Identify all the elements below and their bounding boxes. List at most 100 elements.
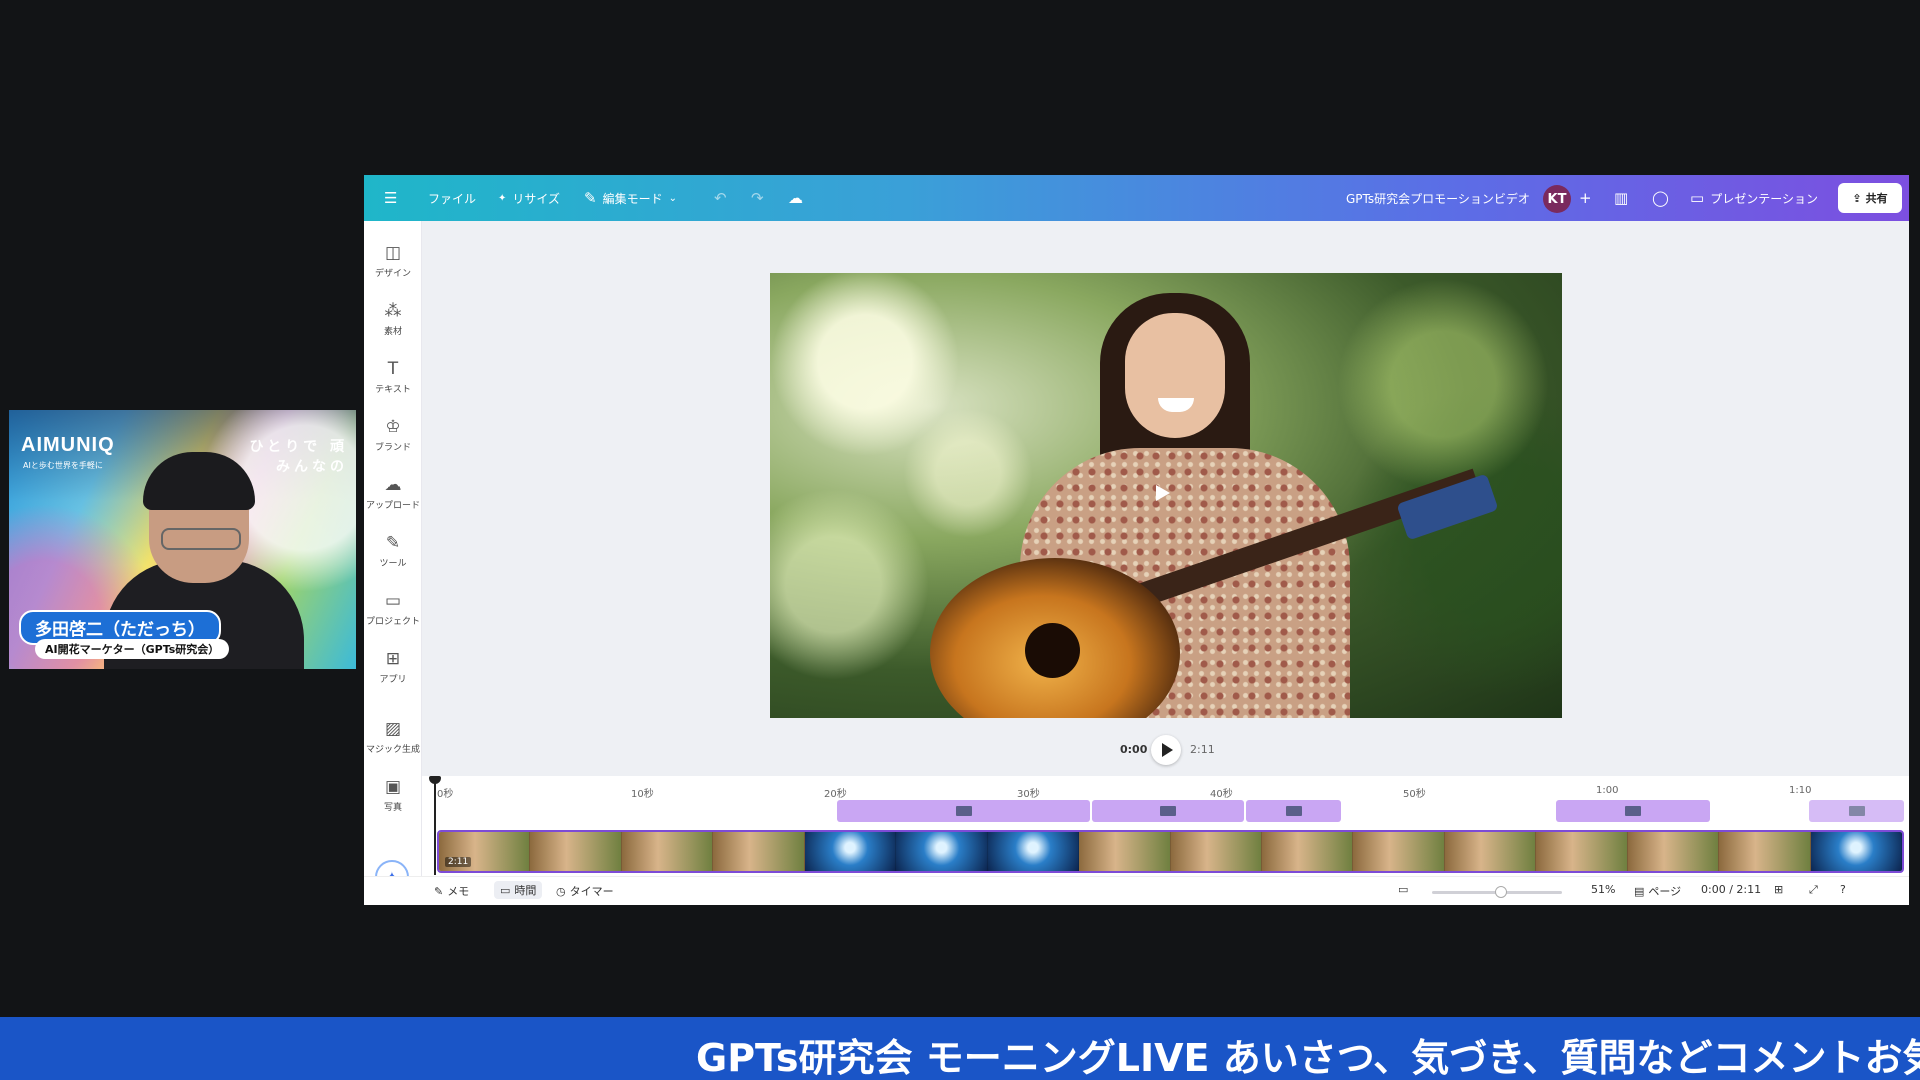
duration-button[interactable]: ▭ 時間 <box>494 881 543 899</box>
sidebar-item-label: プロジェクト <box>365 617 420 627</box>
comment-icon: ◯ <box>1652 189 1669 207</box>
video-frame-guitarist[interactable] <box>770 273 1562 718</box>
sidebar-item-tools[interactable]: ✎ ツール <box>364 533 422 569</box>
help-button[interactable]: ? <box>1840 883 1846 896</box>
frame-thumbnail <box>1444 832 1537 871</box>
play-overlay-icon[interactable] <box>1156 485 1170 501</box>
expand-icon: ⤢ <box>1809 883 1818 896</box>
photo-icon: ▣ <box>384 777 402 797</box>
clip-thumb-icon <box>955 806 972 816</box>
sidebar-item-apps[interactable]: ⊞ アプリ <box>364 649 422 685</box>
zoom-slider-knob[interactable] <box>1495 886 1507 898</box>
add-collaborator-button[interactable]: + <box>1579 175 1592 221</box>
presenter-glasses <box>161 528 241 550</box>
present-icon: ▭ <box>1690 189 1705 207</box>
pages-button[interactable]: ▤ ページ <box>1634 883 1681 899</box>
text-icon: T <box>387 359 399 379</box>
resize-button[interactable]: ✦ リサイズ <box>498 175 560 221</box>
clip-duration: 2:11 <box>445 857 472 867</box>
undo-button[interactable]: ↶ <box>714 175 733 221</box>
redo-button[interactable]: ↷ <box>751 175 770 221</box>
playback-current-time: 0:00 <box>1120 743 1148 756</box>
zoom-level[interactable]: 51% <box>1591 883 1615 896</box>
webcam-feed: AIMUNIQ AIと歩む世界を手軽に ひとりで 頑 みんなの 多田啓二（ただっ… <box>9 410 356 669</box>
layout-icon: ◫ <box>384 243 402 263</box>
elements-icon: ⁂ <box>384 301 402 321</box>
sidebar-item-text[interactable]: T テキスト <box>364 359 422 395</box>
sidebar-item-label: マジック生成 <box>365 745 420 755</box>
clip-thumb-icon <box>1848 806 1865 816</box>
ruler-label: 10秒 <box>631 789 654 800</box>
pen-icon: ✎ <box>385 533 401 553</box>
sidebar-item-label: アプリ <box>379 675 407 685</box>
frame-thumbnail <box>530 832 622 871</box>
ruler-label: 30秒 <box>1017 789 1040 800</box>
undo-icon: ↶ <box>714 189 727 207</box>
redo-icon: ↷ <box>751 189 764 207</box>
frame-thumbnail <box>621 832 714 871</box>
menu-button[interactable]: ☰ <box>384 175 403 221</box>
sparkle-icon: ✦ <box>498 192 507 204</box>
edit-mode-dropdown[interactable]: ✎ 編集モード ⌄ <box>584 175 677 221</box>
sidebar-item-brand[interactable]: ♔ ブランド <box>364 417 422 453</box>
sidebar-item-magic-media[interactable]: ▨ マジック生成 <box>364 719 422 755</box>
ticker-text: GPTs研究会 モーニングLIVE あいさつ、気づき、質問などコメントお気 <box>696 1036 1920 1080</box>
frame-thumbnail <box>1627 832 1720 871</box>
presenter-role-badge: AI開花マーケター（GPTs研究会） <box>35 639 230 659</box>
ruler-label: 1:00 <box>1596 785 1619 796</box>
notes-icon: ✎ <box>434 884 444 898</box>
grid-view-button[interactable]: ⊞ <box>1774 883 1783 896</box>
fullscreen-button[interactable]: ⤢ <box>1809 883 1818 897</box>
editor-footer: ✎ メモ ▭ 時間 ◷ タイマー ▭ 51% ▤ ページ 0:00 / 2:11 ⊞ ⤢… <box>364 876 1909 905</box>
ruler-label: 40秒 <box>1210 789 1233 800</box>
audio-clip[interactable] <box>1246 800 1341 822</box>
insights-button[interactable]: ▥ <box>1614 175 1634 221</box>
audio-clip[interactable] <box>1092 800 1244 822</box>
video-track-clip[interactable] <box>437 830 1904 873</box>
file-menu[interactable]: ファイル <box>428 175 476 221</box>
timeline-playhead[interactable] <box>434 777 436 875</box>
view-toggle[interactable]: ▭ <box>1398 883 1408 896</box>
user-avatar[interactable]: KT <box>1543 185 1571 213</box>
monitor-icon: ▭ <box>1398 883 1409 896</box>
edit-mode-label: 編集モード <box>602 191 663 206</box>
project-title-text: GPTs研究会プロモーションビデオ <box>1346 191 1530 206</box>
comments-button[interactable]: ◯ <box>1652 175 1675 221</box>
timer-icon: ◷ <box>556 884 566 898</box>
pages-label: ページ <box>1648 885 1682 898</box>
play-button[interactable] <box>1151 735 1181 765</box>
sidebar-item-design[interactable]: ◫ デザイン <box>364 243 422 279</box>
sidebar-item-projects[interactable]: ▭ プロジェクト <box>364 591 422 627</box>
clip-thumb-icon <box>1625 806 1641 816</box>
timer-button[interactable]: ◷ タイマー <box>556 883 614 899</box>
project-title[interactable]: GPTs研究会プロモーションビデオ <box>1346 175 1530 221</box>
sidebar-item-label: 写真 <box>383 803 402 813</box>
sidebar-item-label: ツール <box>379 559 407 569</box>
share-button[interactable]: ⇪ 共有 <box>1838 183 1902 213</box>
ruler-label: 1:10 <box>1789 785 1812 796</box>
present-button[interactable]: ▭ プレゼンテーション <box>1690 175 1818 221</box>
audio-clip[interactable] <box>837 800 1090 822</box>
sidebar-item-photos[interactable]: ▣ 写真 <box>364 777 422 813</box>
editor-topbar: ☰ ファイル ✦ リサイズ ✎ 編集モード ⌄ ↶ ↷ ☁ GPTs研究会プロモーショ… <box>364 175 1909 221</box>
live-ticker-banner: GPTs研究会 モーニングLIVE あいさつ、気づき、質問などコメントお気 <box>0 1017 1920 1080</box>
notes-button[interactable]: ✎ メモ <box>434 883 469 899</box>
webcam-logo: AIMUNIQ <box>21 434 115 456</box>
sidebar-item-label: アップロード <box>365 501 420 511</box>
magic-image-icon: ▨ <box>384 719 402 739</box>
bar-chart-icon: ▥ <box>1614 189 1629 207</box>
share-icon: ⇪ <box>1852 191 1862 205</box>
sidebar-item-elements[interactable]: ⁂ 素材 <box>364 301 422 337</box>
resize-label: リサイズ <box>512 191 561 206</box>
duration-icon: ▭ <box>500 883 511 897</box>
clip-thumb-icon <box>1285 806 1302 816</box>
audio-clip[interactable] <box>1556 800 1710 822</box>
pencil-icon: ✎ <box>584 189 597 207</box>
frame-thumbnail <box>987 832 1080 871</box>
sidebar-item-upload[interactable]: ☁ アップロード <box>364 475 422 511</box>
cloud-save-status[interactable]: ☁ <box>788 175 809 221</box>
present-label: プレゼンテーション <box>1710 191 1818 206</box>
chevron-down-icon: ⌄ <box>668 192 677 204</box>
frame-thumbnail <box>1810 832 1902 871</box>
audio-clip[interactable] <box>1809 800 1904 822</box>
